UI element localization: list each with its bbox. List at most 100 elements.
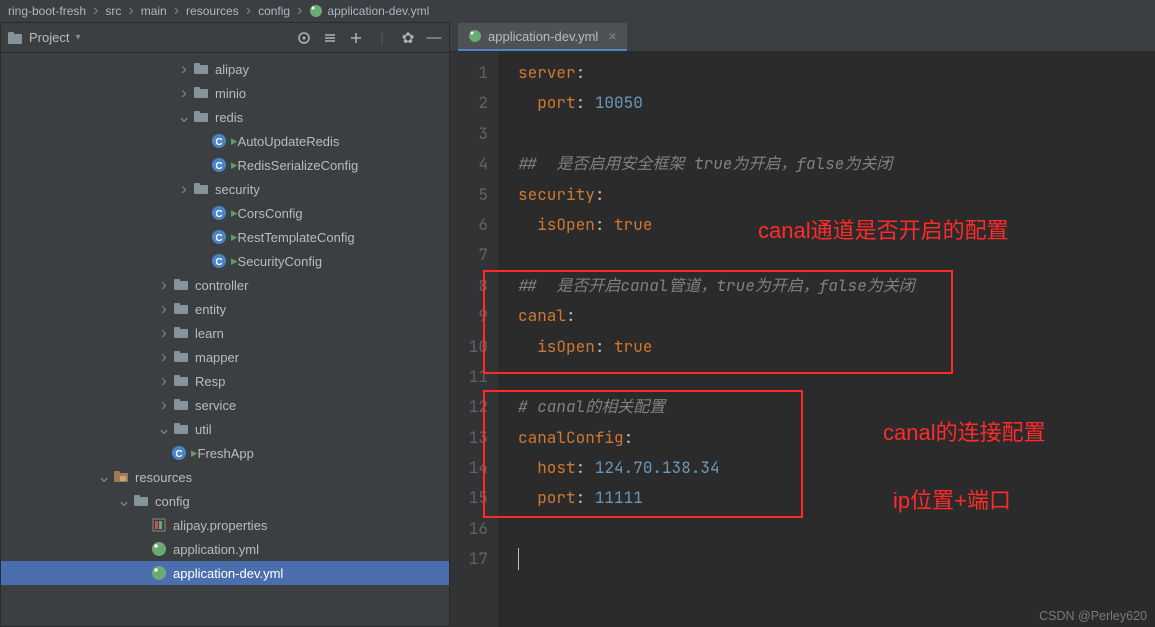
breadcrumb-item-file[interactable]: application-dev.yml bbox=[309, 4, 429, 18]
folder-icon bbox=[193, 61, 209, 77]
breadcrumb-item[interactable]: src bbox=[105, 4, 121, 18]
folder-icon bbox=[173, 397, 189, 413]
code-editor[interactable]: 1 2 3 4 5 6 7 8 9 10 11 12 13 14 15 16 1… bbox=[450, 52, 1155, 627]
tree-folder-entity[interactable]: › entity bbox=[1, 297, 449, 321]
line-number: 16 bbox=[450, 514, 488, 544]
tree-folder-util[interactable]: ⌄util bbox=[1, 417, 449, 441]
tree-folder-service[interactable]: ›service bbox=[1, 393, 449, 417]
close-icon[interactable]: × bbox=[608, 28, 616, 44]
chevron-right-icon: › bbox=[157, 299, 171, 319]
line-number: 3 bbox=[450, 119, 488, 149]
breadcrumb-item[interactable]: resources bbox=[186, 4, 239, 18]
tree-label: util bbox=[195, 422, 212, 437]
line-number: 9 bbox=[450, 301, 488, 331]
chevron-right-icon: › bbox=[157, 371, 171, 391]
yml-file-icon bbox=[309, 4, 323, 18]
line-gutter: 1 2 3 4 5 6 7 8 9 10 11 12 13 14 15 16 1… bbox=[450, 52, 498, 627]
chevron-right-icon: › bbox=[157, 347, 171, 367]
chevron-down-icon: ⌄ bbox=[97, 467, 111, 487]
breadcrumb-item[interactable]: main bbox=[141, 4, 167, 18]
breadcrumb-item[interactable]: config bbox=[258, 4, 290, 18]
tree-label: FreshApp bbox=[198, 446, 254, 461]
project-tree[interactable]: ›alipay ›minio ⌄redis C▸ AutoUpdateRedis… bbox=[1, 53, 449, 626]
tree-label: SecurityConfig bbox=[238, 254, 323, 269]
gear-icon[interactable]: ✿ bbox=[399, 29, 417, 47]
tree-label: resources bbox=[135, 470, 192, 485]
tree-class-autoredis[interactable]: C▸ AutoUpdateRedis bbox=[1, 129, 449, 153]
tree-folder-controller[interactable]: › controller bbox=[1, 273, 449, 297]
annotation-text: ip位置+端口 bbox=[893, 480, 1011, 522]
tree-class-cors[interactable]: C▸ CorsConfig bbox=[1, 201, 449, 225]
tree-file-appdevyml[interactable]: application-dev.yml bbox=[1, 561, 449, 585]
editor-tab-bar: application-dev.yml × bbox=[450, 22, 1155, 52]
tree-folder-security[interactable]: ›security bbox=[1, 177, 449, 201]
line-number: 17 bbox=[450, 544, 488, 574]
tree-folder-minio[interactable]: ›minio bbox=[1, 81, 449, 105]
tree-label: application.yml bbox=[173, 542, 259, 557]
tree-label: security bbox=[215, 182, 260, 197]
tree-folder-mapper[interactable]: ›mapper bbox=[1, 345, 449, 369]
class-icon: C bbox=[171, 445, 187, 461]
folder-icon bbox=[193, 181, 209, 197]
yml-file-icon bbox=[468, 29, 482, 43]
properties-file-icon bbox=[151, 517, 167, 533]
chevron-right-icon: › bbox=[157, 275, 171, 295]
project-sidebar: Project ▾ | ✿ — ›alipay ›minio ⌄redis C▸… bbox=[0, 22, 450, 627]
yaml-value: true bbox=[614, 210, 652, 240]
folder-icon bbox=[173, 277, 189, 293]
tree-label: entity bbox=[195, 302, 226, 317]
class-icon: C bbox=[211, 229, 227, 245]
caret bbox=[518, 548, 519, 570]
yaml-comment: # canal的相关配置 bbox=[518, 392, 665, 422]
yaml-comment: ## 是否启用安全框架 true为开启，false为关闭 bbox=[518, 149, 892, 179]
hide-icon[interactable]: — bbox=[425, 29, 443, 47]
editor-tab[interactable]: application-dev.yml × bbox=[458, 23, 627, 51]
breadcrumb-item[interactable]: ring-boot-fresh bbox=[8, 4, 86, 18]
chevron-right-icon: › bbox=[157, 323, 171, 343]
tree-class-redisser[interactable]: C▸ RedisSerializeConfig bbox=[1, 153, 449, 177]
class-icon: C bbox=[211, 157, 227, 173]
yaml-key: security bbox=[518, 180, 595, 210]
svg-text:C: C bbox=[215, 161, 222, 172]
folder-icon bbox=[173, 301, 189, 317]
colon: : bbox=[576, 483, 595, 513]
yaml-comment: ## 是否开启canal管道，true为开启，false为关闭 bbox=[518, 271, 915, 301]
yml-file-icon bbox=[151, 541, 167, 557]
chevron-right-icon: › bbox=[246, 2, 251, 20]
tree-label: alipay.properties bbox=[173, 518, 267, 533]
tree-file-appyml[interactable]: application.yml bbox=[1, 537, 449, 561]
code-content[interactable]: server: port: 10050 ## 是否启用安全框架 true为开启，… bbox=[498, 52, 1155, 627]
yaml-key: port bbox=[537, 483, 575, 513]
tree-folder-resources[interactable]: ⌄ resources bbox=[1, 465, 449, 489]
folder-icon bbox=[173, 373, 189, 389]
folder-icon bbox=[173, 421, 189, 437]
project-icon bbox=[7, 30, 23, 46]
tree-folder-redis[interactable]: ⌄redis bbox=[1, 105, 449, 129]
colon: : bbox=[595, 332, 614, 362]
tree-class-seccfg[interactable]: C▸ SecurityConfig bbox=[1, 249, 449, 273]
svg-text:C: C bbox=[175, 449, 182, 460]
tree-folder-learn[interactable]: ›learn bbox=[1, 321, 449, 345]
tree-class-freshapp[interactable]: C▸ FreshApp bbox=[1, 441, 449, 465]
tree-file-alipayprop[interactable]: alipay.properties bbox=[1, 513, 449, 537]
tree-label: alipay bbox=[215, 62, 249, 77]
divider: | bbox=[373, 29, 391, 47]
line-number: 4 bbox=[450, 149, 488, 179]
chevron-right-icon: › bbox=[128, 2, 133, 20]
project-tool-header: Project ▾ | ✿ — bbox=[1, 23, 449, 53]
class-icon: C bbox=[211, 253, 227, 269]
chevron-down-icon: ▾ bbox=[75, 32, 80, 43]
folder-icon bbox=[133, 493, 149, 509]
tree-folder-alipay[interactable]: ›alipay bbox=[1, 57, 449, 81]
expand-all-icon[interactable] bbox=[321, 29, 339, 47]
locate-icon[interactable] bbox=[295, 29, 313, 47]
collapse-all-icon[interactable] bbox=[347, 29, 365, 47]
tree-folder-config[interactable]: ⌄config bbox=[1, 489, 449, 513]
project-selector[interactable]: Project ▾ bbox=[7, 30, 81, 46]
folder-icon bbox=[193, 85, 209, 101]
editor-tab-label: application-dev.yml bbox=[488, 29, 598, 44]
tree-class-resttpl[interactable]: C▸ RestTemplateConfig bbox=[1, 225, 449, 249]
colon: : bbox=[595, 210, 614, 240]
tree-folder-resp[interactable]: ›Resp bbox=[1, 369, 449, 393]
tree-label: controller bbox=[195, 278, 248, 293]
